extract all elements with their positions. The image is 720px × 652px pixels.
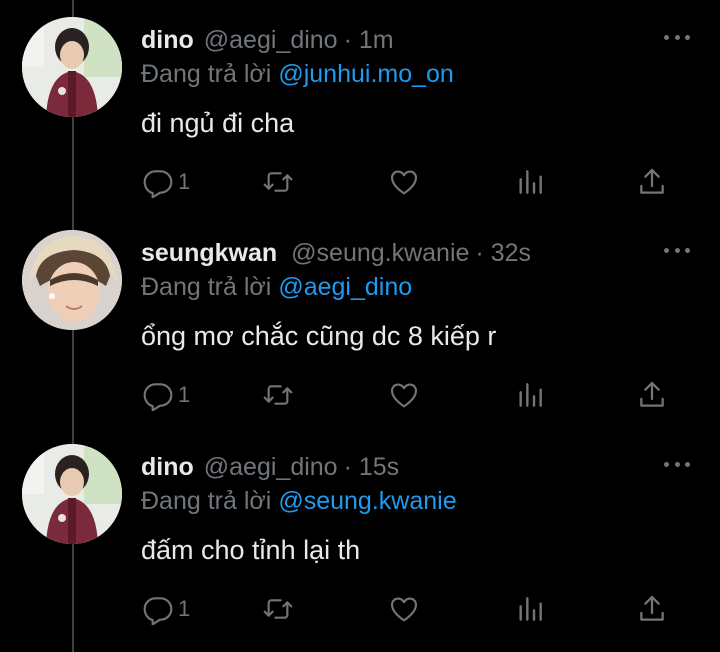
reply-icon — [143, 170, 173, 198]
share-button[interactable] — [636, 589, 668, 629]
stats-icon — [519, 383, 542, 407]
action-bar: 1 — [0, 589, 720, 629]
avatar[interactable] — [22, 17, 122, 117]
tweet-text: đấm cho tỉnh lại th — [141, 535, 361, 565]
display-name[interactable]: dino — [141, 453, 194, 482]
replying-to-label: Đang trả lời — [141, 60, 272, 88]
tweet-header: dino @aegi_dino · 1m — [141, 21, 394, 59]
share-icon — [640, 595, 664, 621]
replying-to: Đang trả lời @aegi_dino — [141, 273, 412, 302]
more-icon[interactable] — [664, 240, 690, 260]
avatar-dino-image — [22, 17, 122, 117]
timestamp[interactable]: · 32s — [475, 239, 531, 268]
more-icon[interactable] — [664, 27, 690, 47]
retweet-button[interactable] — [262, 589, 294, 629]
stats-button[interactable] — [514, 162, 546, 202]
replying-to-label: Đang trả lời — [141, 487, 272, 515]
timestamp[interactable]: · 15s — [344, 453, 400, 482]
share-button[interactable] — [636, 375, 668, 415]
like-button[interactable] — [388, 162, 420, 202]
username[interactable]: @seung.kwanie — [291, 239, 469, 268]
retweet-icon — [263, 385, 293, 405]
like-icon — [390, 383, 418, 408]
like-button[interactable] — [388, 589, 420, 629]
reply-button[interactable]: 1 — [142, 589, 190, 629]
tweet-header: dino @aegi_dino · 15s — [141, 448, 399, 486]
like-button[interactable] — [388, 375, 420, 415]
stats-icon — [519, 597, 542, 621]
share-button[interactable] — [636, 162, 668, 202]
reply-button[interactable]: 1 — [142, 162, 190, 202]
stats-icon — [519, 170, 542, 194]
display-name[interactable]: seungkwan — [141, 239, 277, 268]
tweet[interactable]: dino @aegi_dino · 1m Đang trả lời @junhui… — [0, 0, 720, 213]
retweet-icon — [263, 599, 293, 619]
tweet-text: ổng mơ chắc cũng dc 8 kiếp r — [141, 321, 497, 351]
action-bar: 1 — [0, 162, 720, 202]
retweet-button[interactable] — [262, 375, 294, 415]
retweet-icon — [263, 172, 293, 192]
like-icon — [390, 170, 418, 195]
replying-to-handle[interactable]: @aegi_dino — [278, 273, 412, 301]
reply-count: 1 — [178, 169, 191, 194]
replying-to-handle[interactable]: @junhui.mo_on — [278, 60, 454, 88]
replying-to-label: Đang trả lời — [141, 273, 272, 301]
more-icon[interactable] — [664, 454, 690, 474]
avatar[interactable] — [22, 444, 122, 544]
username[interactable]: @aegi_dino — [204, 453, 338, 482]
reply-count: 1 — [178, 596, 191, 621]
tweet-text: đi ngủ đi cha — [141, 108, 295, 138]
stats-button[interactable] — [514, 589, 546, 629]
timestamp[interactable]: · 1m — [344, 26, 394, 55]
avatar[interactable] — [22, 230, 122, 330]
tweet[interactable]: dino @aegi_dino · 15s Đang trả lời @seung… — [0, 427, 720, 640]
share-icon — [640, 168, 664, 194]
reply-icon — [143, 383, 173, 411]
avatar-seungkwan-image — [22, 230, 122, 330]
stats-button[interactable] — [514, 375, 546, 415]
avatar-dino-image — [22, 444, 122, 544]
reply-icon — [143, 597, 173, 625]
display-name[interactable]: dino — [141, 26, 194, 55]
replying-to: Đang trả lời @junhui.mo_on — [141, 60, 454, 89]
username[interactable]: @aegi_dino — [204, 26, 338, 55]
retweet-button[interactable] — [262, 162, 294, 202]
share-icon — [640, 381, 664, 407]
action-bar: 1 — [0, 375, 720, 415]
reply-button[interactable]: 1 — [142, 375, 190, 415]
tweet[interactable]: seungkwan @seung.kwanie · 32s Đang trả l… — [0, 213, 720, 426]
like-icon — [390, 597, 418, 622]
replying-to-handle[interactable]: @seung.kwanie — [278, 487, 456, 515]
tweet-header: seungkwan @seung.kwanie · 32s — [141, 234, 531, 272]
reply-count: 1 — [178, 382, 191, 407]
replying-to: Đang trả lời @seung.kwanie — [141, 487, 457, 516]
